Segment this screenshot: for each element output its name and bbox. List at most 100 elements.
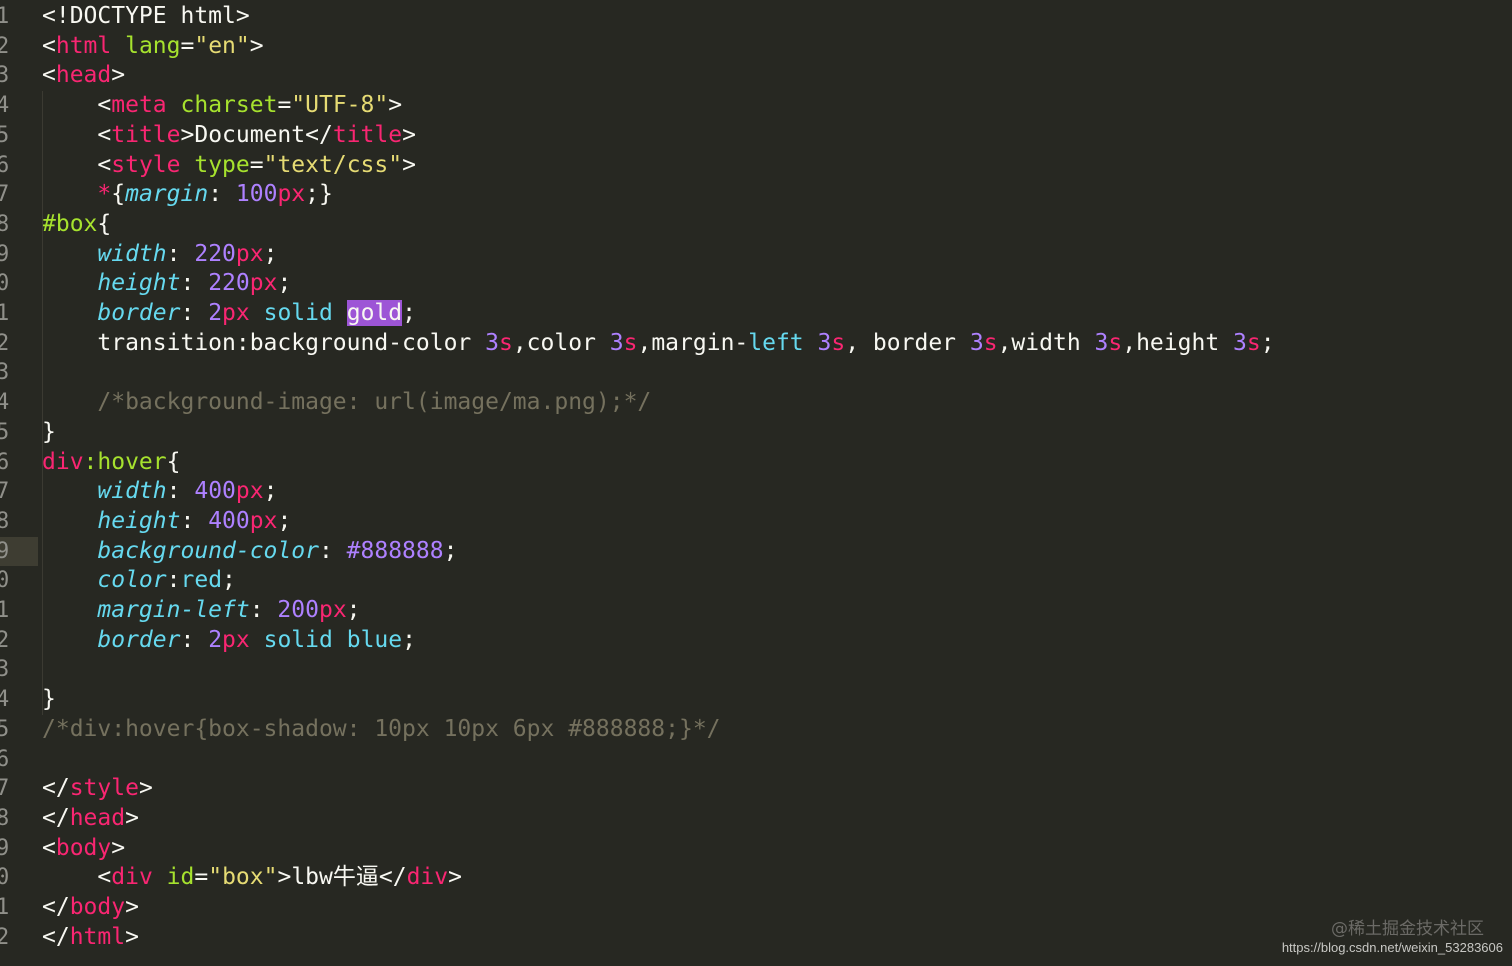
line-number: 7 bbox=[0, 776, 10, 802]
line-number: 1 bbox=[0, 4, 10, 29]
code-token: </ bbox=[42, 804, 70, 831]
code-token: html bbox=[55, 32, 112, 59]
code-token: s bbox=[623, 329, 638, 356]
code-token: 400 bbox=[208, 507, 250, 534]
line-number: 6 bbox=[0, 449, 10, 475]
code-token: body bbox=[69, 894, 126, 920]
code-token: ;} bbox=[305, 181, 333, 208]
code-token: lang bbox=[125, 32, 181, 59]
code-token: > bbox=[138, 775, 153, 802]
code-text: #box{ bbox=[42, 210, 111, 240]
code-token: * bbox=[97, 181, 112, 208]
code-line[interactable]: 8 height: 400px; bbox=[0, 507, 1512, 537]
code-token: ; bbox=[402, 626, 416, 653]
code-line[interactable]: 5 /*div:hover{box-shadow: 10px 10px 6px #… bbox=[0, 715, 1512, 745]
code-line[interactable]: 3 <head> bbox=[0, 61, 1512, 91]
code-token: > bbox=[111, 834, 126, 861]
code-token: 3 bbox=[485, 329, 499, 356]
code-line[interactable]: 7 </style> bbox=[0, 774, 1512, 804]
code-token: = bbox=[249, 151, 264, 178]
code-line[interactable]: 6 div:hover{ bbox=[0, 448, 1512, 478]
code-line[interactable]: 6 <style type="text/css"> bbox=[0, 151, 1512, 181]
code-token: 400 bbox=[194, 478, 236, 505]
code-token: } bbox=[42, 418, 56, 445]
code-token: style bbox=[111, 151, 181, 178]
code-token: margin-left bbox=[97, 597, 250, 623]
line-number: 8 bbox=[0, 508, 10, 534]
code-text: /*background-image: url(image/ma.png);*/ bbox=[42, 388, 651, 418]
code-text: /*div:hover{box-shadow: 10px 10px 6px #8… bbox=[42, 715, 721, 745]
code-token: border bbox=[97, 626, 181, 653]
code-token: s bbox=[1108, 329, 1123, 356]
line-number: 7 bbox=[0, 182, 10, 208]
code-token: solid bbox=[263, 300, 333, 326]
code-token: "en" bbox=[194, 32, 250, 59]
code-text: width: 220px; bbox=[42, 240, 277, 270]
code-line[interactable]: 9 background-color: #888888; bbox=[0, 536, 1512, 567]
code-token: :hover bbox=[83, 448, 167, 475]
code-line[interactable]: 5} bbox=[0, 418, 1512, 448]
code-token: ; bbox=[277, 507, 292, 534]
code-line[interactable]: 4 <meta charset="UTF-8"> bbox=[0, 91, 1512, 121]
code-line[interactable]: 1 margin-left: 200px; bbox=[0, 596, 1512, 626]
code-line[interactable]: 2 transition:background-color 3s,color 3… bbox=[0, 329, 1512, 359]
line-number: 6 bbox=[0, 746, 10, 772]
code-token: : bbox=[318, 537, 347, 564]
code-token: ; bbox=[402, 300, 416, 326]
code-line[interactable]: 2 border: 2px solid blue; bbox=[0, 626, 1512, 656]
line-number: 6 bbox=[0, 152, 10, 178]
code-line[interactable]: 4} bbox=[0, 685, 1512, 715]
code-token: = bbox=[194, 864, 209, 891]
code-line[interactable]: 1 <!DOCTYPE html> bbox=[0, 2, 1512, 32]
code-text: margin-left: 200px; bbox=[42, 596, 360, 626]
code-line[interactable]: 8 #box{ bbox=[0, 210, 1512, 240]
code-line[interactable]: 9 width: 220px; bbox=[0, 240, 1512, 270]
code-token: px bbox=[235, 478, 264, 505]
code-line[interactable]: 5 <title>Document</title> bbox=[0, 121, 1512, 151]
code-token: < bbox=[42, 62, 56, 89]
code-token: ; bbox=[263, 478, 278, 505]
code-line[interactable]: 2 <html lang="en"> bbox=[0, 32, 1512, 62]
line-number: 9 bbox=[0, 835, 10, 861]
code-line[interactable]: 0 <div id="box">lbw牛逼</div> bbox=[0, 863, 1512, 893]
code-line[interactable]: 8 </head> bbox=[0, 804, 1512, 834]
code-editor[interactable]: 1 <!DOCTYPE html> 2 <html lang="en"> 3 <head>… bbox=[0, 0, 1512, 966]
code-token: /*background-image: url(image/ma.png);*/ bbox=[42, 389, 652, 416]
code-token: px bbox=[222, 626, 250, 653]
code-token: : bbox=[180, 626, 209, 653]
code-line[interactable]: 3 bbox=[0, 655, 1512, 685]
code-line[interactable]: 0 color:red; bbox=[0, 566, 1512, 596]
code-token: { bbox=[111, 181, 126, 208]
code-token: > bbox=[125, 894, 139, 920]
code-token: ; bbox=[1260, 329, 1275, 356]
code-text: </head> bbox=[42, 804, 139, 834]
code-line[interactable]: 6 bbox=[0, 745, 1512, 775]
code-token: </ bbox=[42, 923, 70, 950]
code-line[interactable]: 4 /*background-image: url(image/ma.png);… bbox=[0, 388, 1512, 418]
code-line[interactable]: 3 bbox=[0, 358, 1512, 388]
line-number: 7 bbox=[0, 479, 10, 505]
code-token: : bbox=[180, 270, 209, 297]
code-line[interactable]: 7 width: 400px; bbox=[0, 477, 1512, 507]
code-token: , border bbox=[845, 329, 970, 356]
code-line[interactable]: 0 height: 220px; bbox=[0, 269, 1512, 299]
code-token: < bbox=[42, 32, 56, 59]
line-number: 0 bbox=[0, 271, 10, 297]
code-token: body bbox=[55, 834, 112, 861]
line-number: 5 bbox=[0, 716, 10, 742]
line-number: 9 bbox=[0, 241, 10, 267]
code-line[interactable]: 9 <body> bbox=[0, 834, 1512, 864]
code-token: height bbox=[97, 507, 181, 534]
line-number: 3 bbox=[0, 360, 10, 386]
line-number: 2 bbox=[0, 33, 10, 59]
code-line[interactable]: 7 *{margin: 100px;} bbox=[0, 180, 1512, 210]
code-token: solid bbox=[263, 626, 333, 653]
code-line[interactable]: 1 </body> bbox=[0, 893, 1512, 923]
code-line[interactable]: 1 border: 2px solid gold; bbox=[0, 299, 1512, 329]
